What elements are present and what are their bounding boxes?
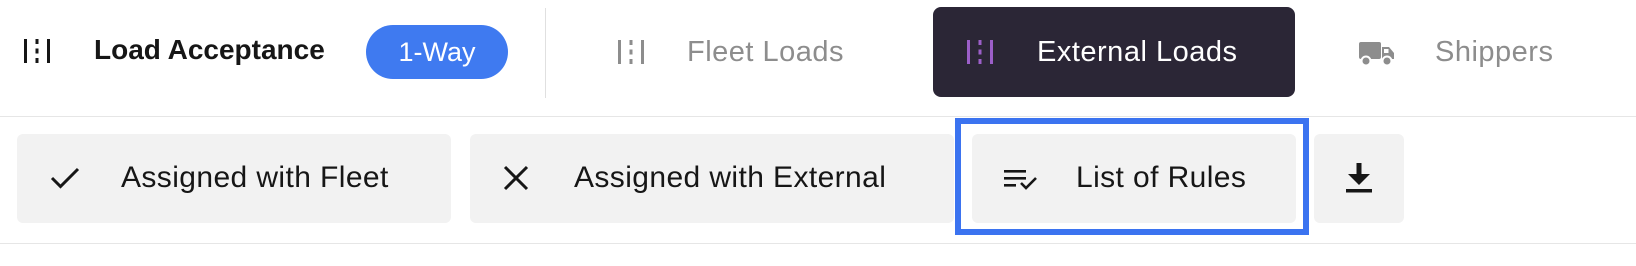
tab-external-loads[interactable]: External Loads — [933, 7, 1295, 97]
button-label: Assigned with Fleet — [121, 161, 389, 194]
truck-icon — [1358, 39, 1396, 72]
assigned-with-external-button[interactable]: Assigned with External — [470, 134, 954, 223]
button-label: Assigned with External — [574, 161, 887, 194]
tab-label: Fleet Loads — [687, 36, 845, 68]
list-check-icon — [1004, 168, 1038, 195]
tab-label: Shippers — [1435, 36, 1554, 68]
top-navigation-bar: Load Acceptance 1-Way Fleet Loads Extern… — [0, 0, 1636, 117]
button-label: List of Rules — [1076, 161, 1247, 194]
action-bar: Assigned with Fleet Assigned with Extern… — [0, 116, 1636, 244]
grid-lines-icon — [965, 38, 995, 71]
checkmark-icon — [49, 164, 81, 197]
list-of-rules-button[interactable]: List of Rules — [972, 134, 1296, 223]
close-icon — [502, 164, 530, 197]
tab-shippers[interactable]: Shippers — [1338, 7, 1628, 97]
download-button[interactable] — [1314, 134, 1404, 223]
divider — [545, 8, 546, 98]
tab-fleet-loads[interactable]: Fleet Loads — [598, 7, 898, 97]
grid-lines-icon — [22, 37, 52, 65]
download-icon — [1345, 162, 1373, 199]
assigned-with-fleet-button[interactable]: Assigned with Fleet — [17, 134, 451, 223]
grid-lines-icon — [616, 38, 646, 71]
tab-label: External Loads — [1037, 36, 1238, 68]
mode-badge[interactable]: 1-Way — [366, 25, 508, 79]
page-title: Load Acceptance — [94, 34, 325, 65]
